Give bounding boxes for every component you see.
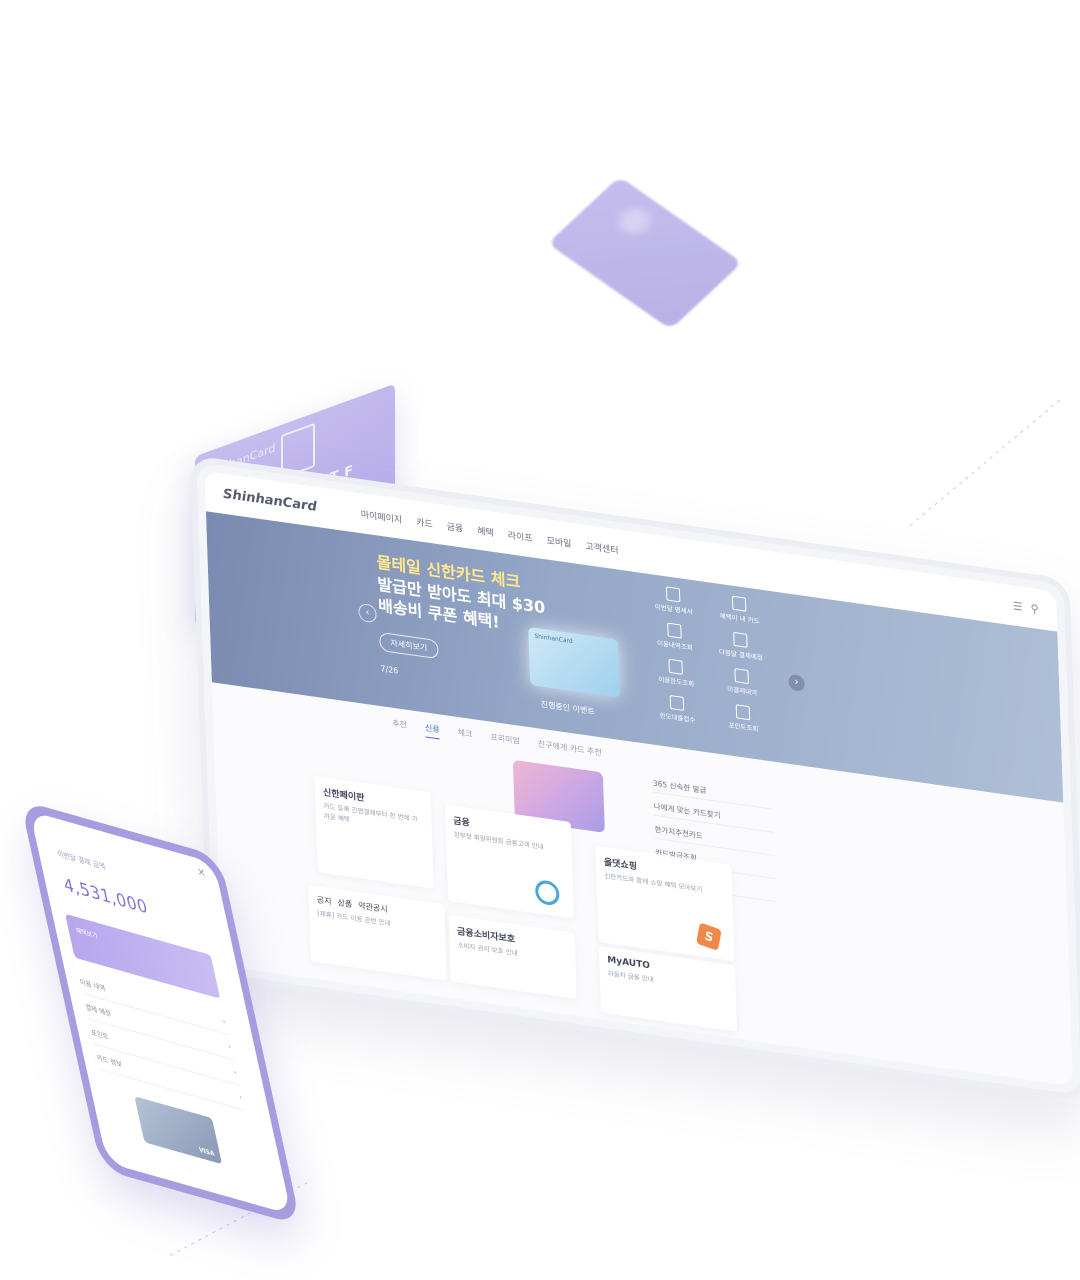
chevron-right-icon: ›: [227, 1042, 232, 1052]
phone-banner-text: 혜택보기: [75, 926, 99, 941]
quick-item-usage[interactable]: 이용내역조회: [647, 620, 702, 654]
hero-detail-button[interactable]: 자세히보기: [379, 631, 439, 660]
nav-benefit[interactable]: 혜택: [477, 523, 494, 538]
quick-item-next-payment[interactable]: 다음달 결제예정: [713, 629, 768, 663]
calendar-icon: [733, 631, 748, 648]
phone-amount-label: 이번달 결제 금액: [56, 849, 107, 872]
list-item-label: 이용 내역: [79, 977, 107, 994]
quick-item-unpaid[interactable]: 미결제내역: [714, 665, 769, 699]
quick-menu: 이번달 명세서 혜택이 내 카드 이용내역조회 다음달 결제예정 이용한도조회 …: [646, 584, 771, 736]
notice-tab-product[interactable]: 상품: [337, 897, 352, 910]
chevron-right-icon: ›: [232, 1067, 238, 1077]
tab-check[interactable]: 체크: [457, 727, 473, 744]
nav-life[interactable]: 라이프: [508, 527, 533, 544]
list-item-label: 카드 정보: [95, 1053, 123, 1070]
user-icon: [731, 595, 747, 612]
quick-item-points[interactable]: 포인트조회: [716, 701, 771, 735]
document-icon: [665, 586, 681, 603]
hero-event-link[interactable]: 진행중인 이벤트: [541, 699, 595, 718]
tablet-screen: ShinhanCard 마이페이지 카드 금융 혜택 라이프 모바일 고객센터 …: [204, 471, 1074, 1087]
decorative-streak: [910, 396, 1064, 526]
points-icon: [735, 704, 751, 721]
monitor-icon: [669, 694, 685, 711]
nav-customer-center[interactable]: 고객센터: [585, 538, 618, 556]
nav-mobile[interactable]: 모바일: [546, 533, 571, 550]
quick-item-limit[interactable]: 이용한도조회: [648, 656, 703, 690]
chevron-right-icon: ›: [221, 1016, 227, 1027]
chevron-right-icon: ›: [238, 1092, 244, 1103]
hero-page-indicator: 7/26: [380, 664, 399, 676]
close-icon[interactable]: ✕: [196, 866, 207, 880]
list-item-label: 포인트: [90, 1028, 110, 1042]
panel-all-that-shopping[interactable]: 올댓쇼핑 신한카드와 함께 쇼핑 혜택 모아보기 S: [595, 845, 735, 962]
notice-tab-notice[interactable]: 공지: [317, 894, 332, 907]
nav-mypage[interactable]: 마이페이지: [360, 507, 403, 526]
limit-icon: [668, 658, 683, 675]
quick-item-statement[interactable]: 이번달 명세서: [646, 584, 701, 618]
finance-c-icon: [534, 878, 560, 907]
promo-illustration: ShinhanCard THE BEST F ShinhanCard 마이페이지…: [0, 0, 1080, 1280]
list-item-label: 결제 예정: [84, 1002, 112, 1019]
hero-prev-button[interactable]: ‹: [358, 602, 377, 624]
nav-card[interactable]: 카드: [416, 514, 433, 529]
hero-card-image: ShinhanCard: [528, 626, 621, 698]
tab-credit[interactable]: 신용: [424, 722, 441, 740]
hero-title: 몰테일 신한카드 체크 발급만 받아도 최대 $30 배송비 쿠폰 혜택!: [376, 551, 546, 640]
header-icon-group: ☰ ⚲: [1013, 599, 1039, 616]
card-glow: [612, 203, 657, 240]
hero-next-button[interactable]: ›: [788, 673, 805, 693]
phone-menu-list: 이용 내역 › 결제 예정 › 포인트 › 카드 정보 ›: [77, 968, 245, 1111]
visa-logo: VISA: [198, 1146, 216, 1159]
notice-tab-terms[interactable]: 약관공시: [358, 900, 388, 915]
quick-item-my-card[interactable]: 혜택이 내 카드: [712, 593, 767, 627]
list-icon: [667, 622, 682, 639]
site-logo[interactable]: ShinhanCard: [223, 486, 317, 514]
tab-premium[interactable]: 프리미엄: [490, 732, 520, 751]
hero-card-brand: ShinhanCard: [534, 632, 573, 646]
panel-shinhan-pay[interactable]: 신한페이판 카드 등록 간편결제부터 한 번에 가까운 혜택: [314, 775, 434, 889]
menu-icon[interactable]: ☰: [1013, 599, 1023, 613]
receipt-icon: [734, 668, 749, 685]
quick-item-loan[interactable]: 한도대출접수: [650, 692, 705, 726]
phone-amount: 4,531,000: [61, 873, 150, 919]
shopping-s-icon: S: [696, 922, 722, 951]
panel-finance[interactable]: 금융 장부정 회원위원회 금융고객 안내: [444, 804, 575, 919]
tab-recommend[interactable]: 추천: [392, 718, 407, 735]
tablet-device: ShinhanCard 마이페이지 카드 금융 혜택 라이프 모바일 고객센터 …: [190, 455, 1080, 1103]
panel-notice: 공지 상품 약관공시 [제휴] 카드 이용 관련 안내: [308, 884, 447, 981]
panel-myauto[interactable]: MyAUTO 자동차 금융 안내: [598, 946, 738, 1032]
search-icon[interactable]: ⚲: [1030, 601, 1039, 615]
phone-card-image[interactable]: VISA: [134, 1096, 223, 1165]
floating-card-top: [547, 176, 743, 330]
tablet-device-wrapper: ShinhanCard 마이페이지 카드 금융 혜택 라이프 모바일 고객센터 …: [190, 455, 1080, 1103]
nav-finance[interactable]: 금융: [446, 519, 464, 534]
panel-consumer-protection[interactable]: 금융소비자보호 소비자 권리 보호 안내: [448, 914, 577, 999]
